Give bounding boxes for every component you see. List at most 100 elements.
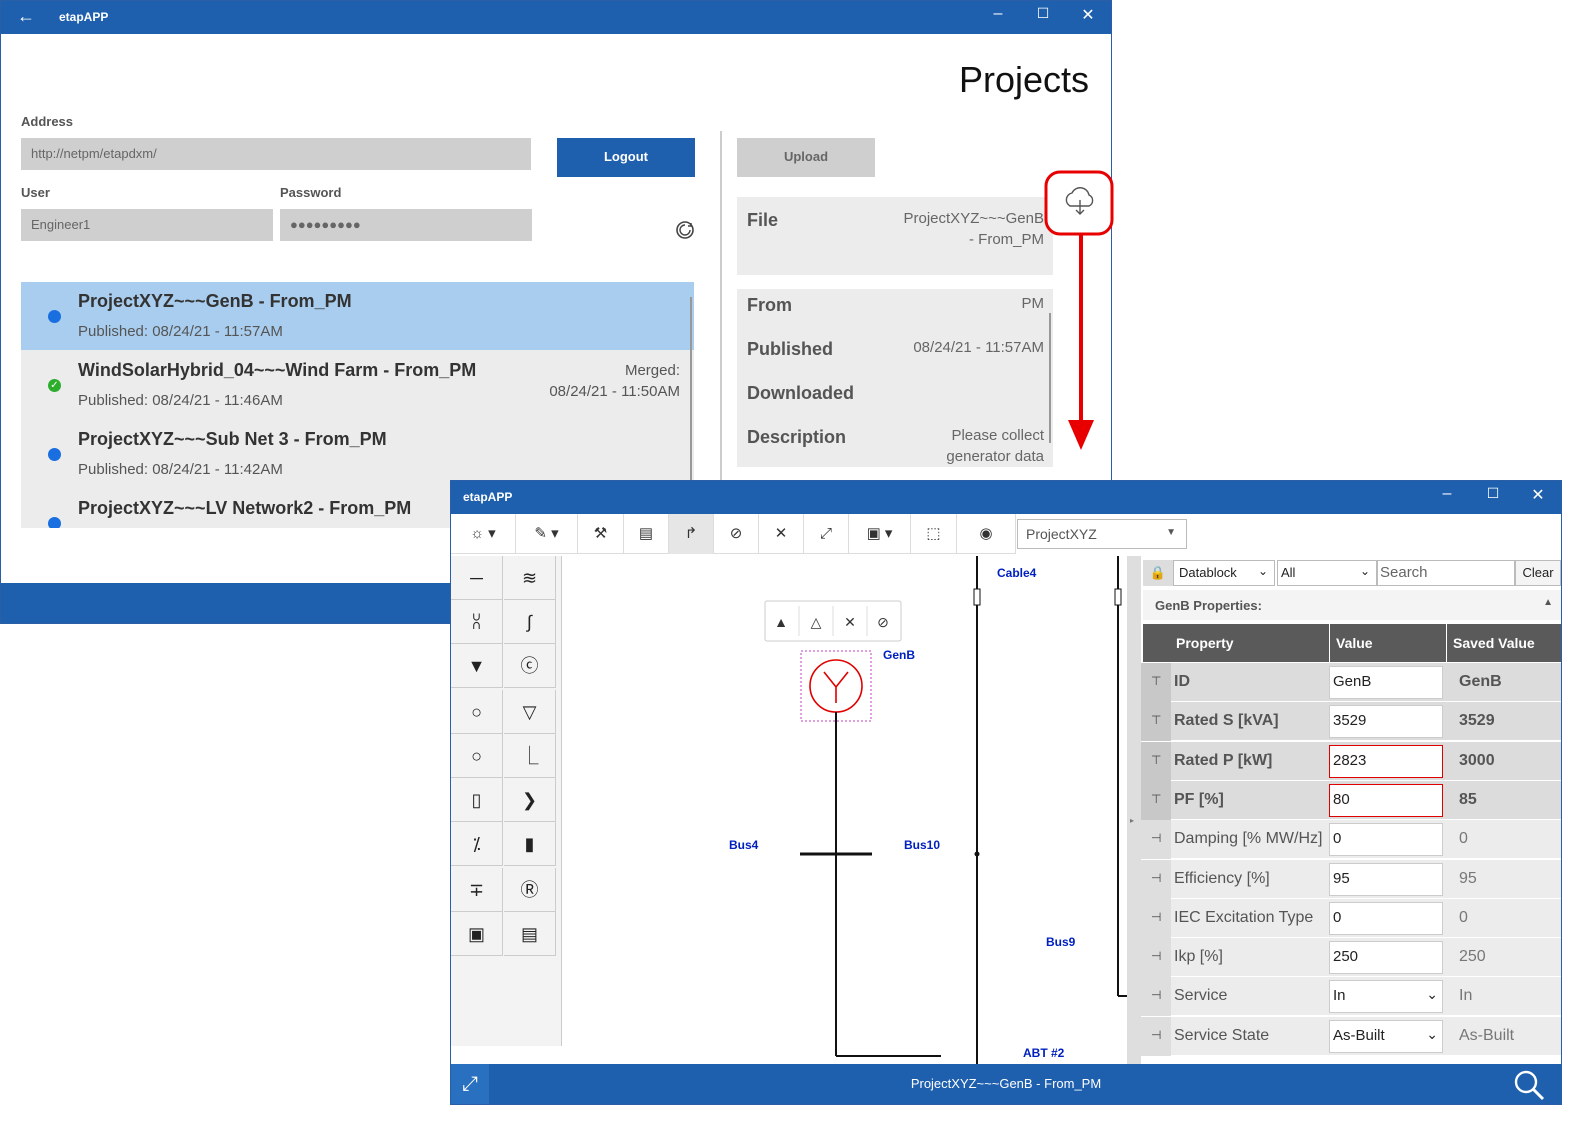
panel-splitter[interactable]: ▸ [1127, 556, 1141, 1066]
project-select-value: ProjectXYZ [1026, 526, 1097, 542]
cloud-download-icon[interactable] [1072, 190, 1092, 220]
pin-icon[interactable]: ⊣ [1151, 949, 1161, 963]
pin-icon[interactable]: ⊤ [1151, 674, 1161, 688]
diagram-drawing: ▲ △ ✕ ⊘ [764, 556, 1141, 1066]
status-text: ProjectXYZ~~~GenB - From_PM [910, 1076, 1102, 1091]
genb-label: GenB [883, 648, 916, 662]
table-row: ⊣ IEC Excitation Type 0 0 [1141, 898, 1561, 938]
maximize-icon[interactable]: ☐ [1031, 5, 1055, 22]
connect-icon[interactable]: ↱ [669, 514, 714, 554]
property-value-input[interactable]: 3529 [1329, 705, 1443, 739]
filter-scope-select[interactable]: All ⌄ [1277, 560, 1377, 586]
bus-tool[interactable]: ─ [451, 556, 503, 600]
clear-button[interactable]: Clear [1515, 560, 1561, 586]
table-row: ⊣ Damping [% MW/Hz] 0 0 [1141, 820, 1561, 860]
svg-text:▲: ▲ [774, 614, 788, 630]
status-dot-icon [48, 310, 61, 323]
password-input[interactable]: ●●●●●●●●● [280, 209, 532, 241]
document-icon[interactable]: ▤ [624, 514, 669, 554]
disable-icon[interactable]: ⊘ [714, 514, 759, 554]
property-value: 3529 [1333, 712, 1367, 730]
diagram-canvas[interactable]: ▲ △ ✕ ⊘ GenB Bus4 Bus10 Cable4 Bus9 ABT … [563, 556, 1141, 1066]
list-item[interactable]: ProjectXYZ~~~GenB - From_PM Published: 0… [21, 282, 694, 350]
fuse-tool[interactable]: ▯ [451, 778, 503, 822]
delete-icon[interactable]: ✕ [759, 514, 804, 554]
property-value-input[interactable]: 0 [1329, 901, 1443, 935]
breaker-tool[interactable]: ⩆ [451, 600, 503, 644]
property-value-input[interactable]: GenB [1329, 666, 1443, 699]
upload-button[interactable]: Upload [737, 138, 875, 177]
property-value: 0 [1333, 908, 1342, 926]
settings-dropdown-icon[interactable]: ☼ ▾ [451, 514, 516, 554]
property-value-input[interactable]: 0 [1329, 823, 1443, 857]
property-value-input[interactable]: 2823 [1329, 744, 1443, 778]
search-input[interactable]: Search [1377, 560, 1515, 586]
map-pin-icon[interactable]: ◉ [957, 514, 1016, 554]
pin-icon[interactable]: ⊤ [1151, 753, 1161, 767]
pin-icon[interactable]: ⊣ [1151, 910, 1161, 924]
user-input[interactable]: Engineer1 [21, 209, 273, 241]
transformer-tool[interactable]: ○ [451, 734, 503, 778]
address-input[interactable]: http://netpm/etapdxm/ [21, 138, 531, 170]
load-tool[interactable]: ▽ [504, 690, 556, 734]
close-icon[interactable]: ✕ [1076, 5, 1100, 25]
reactor-tool[interactable]: ∫ [504, 600, 556, 644]
logout-button[interactable]: Logout [557, 138, 695, 177]
filter-category-select[interactable]: Datablock ⌄ [1173, 560, 1275, 586]
saved-value: 85 [1459, 790, 1477, 808]
pin-icon[interactable]: ⊤ [1151, 713, 1161, 727]
minimize-icon[interactable]: – [986, 5, 1010, 23]
property-value-input[interactable]: 250 [1329, 941, 1443, 975]
property-name: Efficiency [%] [1174, 869, 1270, 887]
switch-tool[interactable]: ❯ [504, 778, 556, 822]
cable-tool[interactable]: ≋ [504, 556, 556, 600]
contactor-tool[interactable]: ▮ [504, 822, 556, 866]
filter-scope-value: All [1281, 565, 1296, 580]
from-label: From [747, 295, 792, 315]
pin-icon[interactable]: ⊣ [1151, 1028, 1161, 1042]
published-label: Published [747, 339, 834, 359]
lock-icon[interactable]: 🔒 [1143, 560, 1173, 586]
property-value-input[interactable]: 80 [1329, 783, 1443, 817]
fit-view-icon[interactable]: ⤢ [804, 514, 849, 554]
edit-dropdown-icon[interactable]: ✎ ▾ [516, 514, 578, 554]
project-name: ProjectXYZ~~~Sub Net 3 - From_PM [78, 429, 387, 449]
chevron-down-icon: ⌄ [1359, 564, 1370, 578]
capacitor-tool[interactable]: ⎿ [504, 734, 556, 778]
pin-icon[interactable]: ⊣ [1151, 831, 1161, 845]
property-name: Damping [% MW/Hz] [1174, 830, 1323, 848]
relay-tool[interactable]: ∓ [451, 868, 503, 912]
search-icon[interactable] [1513, 1069, 1545, 1101]
image-dropdown-icon[interactable]: ▣ ▾ [849, 514, 911, 554]
published-value: 08/24/21 - 11:57AM [913, 339, 1044, 356]
property-value-input[interactable]: 95 [1329, 862, 1443, 896]
chevron-down-icon: ▼ [1166, 527, 1176, 538]
tools-icon[interactable]: ⚒ [578, 514, 624, 554]
collapse-icon[interactable]: ▲ [1543, 597, 1553, 608]
project-merged: Merged: 08/24/21 - 11:50AM [549, 362, 680, 400]
disconnect-tool[interactable]: ⁒ [451, 822, 503, 866]
generator-tool[interactable]: ⓒ [504, 644, 556, 688]
pin-icon[interactable]: ⊣ [1151, 871, 1161, 885]
property-value-input[interactable]: As-Built ⌄ [1329, 1019, 1443, 1053]
property-value-input[interactable]: In ⌄ [1329, 980, 1443, 1014]
motor-tool[interactable]: ○ [451, 690, 503, 734]
utility-tool[interactable]: ▼ [451, 644, 503, 688]
grid-tool[interactable]: ▣ [451, 912, 503, 956]
back-arrow-icon[interactable]: ← [17, 6, 35, 27]
text-tool[interactable]: ▤ [504, 912, 556, 956]
pin-icon[interactable]: ⊤ [1151, 792, 1161, 806]
minimize-icon[interactable]: – [1435, 485, 1459, 503]
list-item[interactable]: ProjectXYZ~~~Sub Net 3 - From_PM Publish… [21, 420, 694, 488]
element-palette: ─ ≋ ⩆ ∫ ▼ ⓒ ○ ▽ ○ ⎿ ▯ ❯ ⁒ ▮ ∓ Ⓡ ▣ ▤ [451, 556, 562, 1046]
recloser-tool[interactable]: Ⓡ [504, 868, 556, 912]
property-value: 95 [1333, 869, 1350, 887]
pin-icon[interactable]: ⊣ [1151, 988, 1161, 1002]
close-icon[interactable]: ✕ [1526, 485, 1550, 505]
list-item[interactable]: ✓ WindSolarHybrid_04~~~Wind Farm - From_… [21, 351, 694, 419]
select-region-icon[interactable]: ⬚ [911, 514, 957, 554]
list-scrollbar[interactable] [690, 297, 692, 497]
maximize-icon[interactable]: ☐ [1481, 485, 1505, 502]
project-select[interactable]: ProjectXYZ ▼ [1017, 519, 1187, 549]
refresh-icon[interactable] [674, 219, 696, 241]
